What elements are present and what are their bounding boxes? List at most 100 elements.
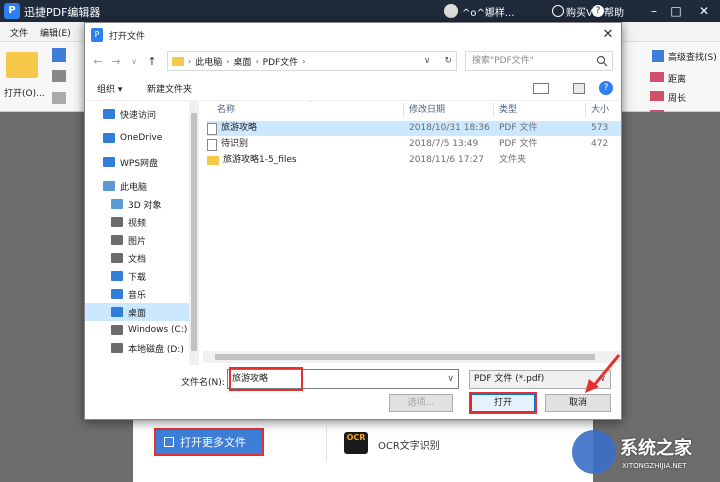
- open-more-files-button[interactable]: 打开更多文件: [154, 428, 264, 456]
- close-icon[interactable]: ✕: [696, 3, 712, 19]
- pdf-file-icon: [207, 138, 217, 151]
- column-size-header[interactable]: 大小: [591, 101, 609, 119]
- user-name[interactable]: ^o^娜样...: [462, 4, 514, 19]
- nav-3d-objects[interactable]: 3D 对象: [85, 195, 189, 213]
- dialog-toolbar: 组织 ▾ 新建文件夹 ?: [85, 77, 621, 101]
- search-icon: [596, 55, 608, 67]
- forward-icon[interactable]: →: [109, 55, 123, 69]
- desktop-icon: [111, 307, 123, 317]
- picture-icon: [111, 235, 123, 245]
- help-link[interactable]: 帮助: [604, 4, 624, 19]
- dialog-title: 打开文件: [109, 32, 146, 42]
- vip-icon: [552, 5, 564, 17]
- nav-onedrive[interactable]: OneDrive: [85, 129, 189, 147]
- table-row[interactable]: 待识别 2018/7/5 13:49 PDF 文件 472: [207, 137, 621, 152]
- nav-pictures[interactable]: 图片: [85, 231, 189, 249]
- filename-highlight-box: [229, 367, 303, 391]
- app-title-bar: P 迅捷PDF编辑器 ^o^娜样... 购买VIP ? 帮助 – □ ✕: [0, 0, 720, 22]
- nav-drive-d[interactable]: 本地磁盘 (D:): [85, 339, 189, 357]
- breadcrumb-separator-icon: ›: [302, 56, 306, 66]
- distance-button[interactable]: 距离: [668, 72, 686, 85]
- address-dropdown-icon[interactable]: ∨: [424, 56, 431, 66]
- nav-documents[interactable]: 文档: [85, 249, 189, 267]
- perimeter-button[interactable]: 周长: [668, 91, 686, 104]
- filename-label: 文件名(N):: [181, 378, 225, 388]
- organize-button[interactable]: 组织 ▾: [97, 82, 122, 95]
- cube-icon: [111, 199, 123, 209]
- new-folder-button[interactable]: 新建文件夹: [147, 82, 192, 95]
- search-input[interactable]: 搜索"PDF文件": [465, 51, 613, 71]
- dialog-title-bar: P 打开文件 ✕: [85, 23, 621, 47]
- filetype-value: PDF 文件 (*.pdf): [474, 374, 545, 384]
- help-icon: ?: [592, 5, 604, 17]
- back-icon[interactable]: ←: [91, 55, 105, 69]
- nav-wps-drive[interactable]: WPS网盘: [85, 153, 189, 171]
- open-folder-icon[interactable]: [6, 52, 38, 78]
- ocr-icon[interactable]: OCR: [344, 432, 368, 454]
- nav-desktop[interactable]: 桌面: [85, 303, 189, 321]
- breadcrumb-separator-icon: ›: [188, 56, 192, 66]
- save-icon[interactable]: [52, 48, 66, 62]
- column-date-header[interactable]: 修改日期: [409, 101, 445, 119]
- column-divider: [585, 103, 586, 117]
- export-icon[interactable]: [52, 92, 66, 104]
- nav-this-pc[interactable]: 此电脑: [85, 177, 189, 195]
- menu-edit[interactable]: 编辑(E): [40, 26, 71, 39]
- dialog-app-icon: P: [91, 28, 103, 42]
- breadcrumb-desktop[interactable]: 桌面: [233, 55, 251, 68]
- column-divider: [403, 103, 404, 117]
- perimeter-icon[interactable]: [650, 91, 664, 101]
- advanced-search-icon[interactable]: [652, 50, 664, 62]
- download-icon: [111, 271, 123, 281]
- drive-icon: [111, 343, 123, 353]
- file-list: ^ 名称 修改日期 类型 大小 旅游攻略 2018/10/31 18:36 PD…: [203, 101, 621, 365]
- column-name-header[interactable]: 名称: [217, 101, 235, 119]
- distance-icon[interactable]: [650, 72, 664, 82]
- menu-file[interactable]: 文件: [10, 26, 28, 39]
- cloud-icon: [103, 133, 115, 143]
- computer-icon: [103, 181, 115, 191]
- nav-downloads[interactable]: 下载: [85, 267, 189, 285]
- sort-chevron-icon: ^: [307, 101, 313, 107]
- column-divider: [493, 103, 494, 117]
- avatar[interactable]: [444, 4, 458, 18]
- cancel-button[interactable]: 取消: [545, 394, 611, 412]
- nav-quick-access[interactable]: 快速访问: [85, 105, 189, 123]
- view-options-icon[interactable]: [533, 83, 549, 94]
- breadcrumb-pdf-folder[interactable]: PDF文件: [263, 55, 299, 68]
- address-bar[interactable]: › 此电脑 › 桌面 › PDF文件 › ∨ ↻: [167, 51, 457, 71]
- search-placeholder: 搜索"PDF文件": [472, 56, 534, 66]
- app-name: 迅捷PDF编辑器: [24, 6, 101, 19]
- nav-videos[interactable]: 视频: [85, 213, 189, 231]
- open-file-dialog: P 打开文件 ✕ ← → ∨ ↑ › 此电脑 › 桌面 › PDF文件 › ∨ …: [84, 22, 622, 420]
- options-button[interactable]: 选项...: [389, 394, 453, 412]
- table-row[interactable]: 旅游攻略1-5_files 2018/11/6 17:27 文件夹: [207, 153, 621, 168]
- history-chevron-icon[interactable]: ∨: [127, 55, 141, 69]
- up-icon[interactable]: ↑: [145, 55, 159, 69]
- minimize-icon[interactable]: –: [646, 3, 662, 19]
- nav-drive-c[interactable]: Windows (C:): [85, 321, 189, 339]
- filename-dropdown-icon[interactable]: ∨: [447, 370, 454, 388]
- red-arrow-icon: [585, 354, 621, 393]
- print-icon[interactable]: [52, 70, 66, 82]
- horizontal-scrollbar-thumb[interactable]: [215, 354, 595, 360]
- watermark-logo-icon: [572, 430, 616, 474]
- refresh-icon[interactable]: ↻: [444, 56, 452, 66]
- navigation-pane: 快速访问 OneDrive WPS网盘 此电脑 3D 对象 视频 图片 文档 下…: [85, 101, 189, 365]
- column-type-header[interactable]: 类型: [499, 101, 517, 119]
- advanced-search-button[interactable]: 高级查找(S): [668, 50, 717, 63]
- watermark-url: XITONGZHIJIA.NET: [622, 462, 687, 470]
- nav-music[interactable]: 音乐: [85, 285, 189, 303]
- open-button[interactable]: 打开(O)...: [4, 86, 45, 99]
- ocr-label[interactable]: OCR文字识别: [378, 437, 440, 452]
- breadcrumb-separator-icon: ›: [226, 56, 230, 66]
- nav-scrollbar-thumb[interactable]: [191, 113, 197, 351]
- maximize-icon[interactable]: □: [668, 3, 684, 19]
- help-icon[interactable]: ?: [599, 81, 613, 95]
- watermark-text: 系统之家: [620, 438, 692, 459]
- folder-icon: [207, 156, 219, 165]
- breadcrumb-this-pc[interactable]: 此电脑: [195, 55, 222, 68]
- table-row[interactable]: 旅游攻略 2018/10/31 18:36 PDF 文件 573: [207, 121, 621, 136]
- preview-pane-icon[interactable]: [573, 83, 585, 94]
- dialog-close-icon[interactable]: ✕: [599, 26, 617, 44]
